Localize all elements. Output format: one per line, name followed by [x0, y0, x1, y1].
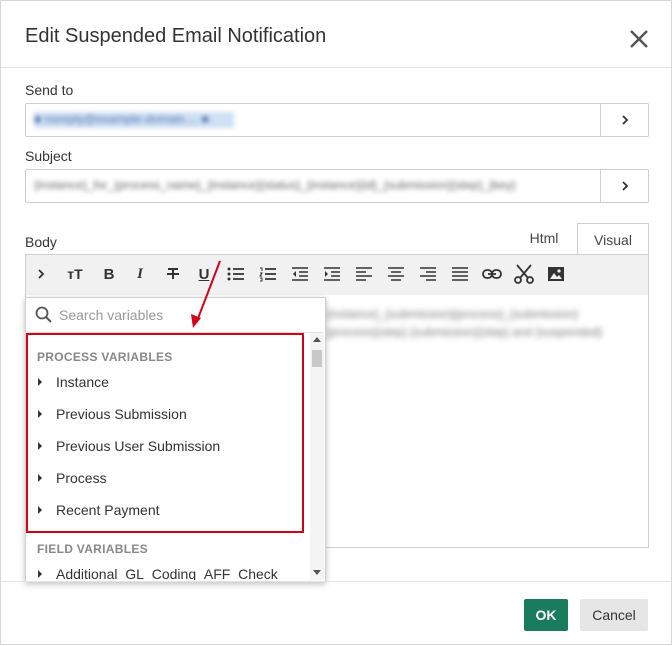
field-variables-heading: FIELD VARIABLES [37, 542, 148, 556]
email-notification-dialog: Edit Suspended Email Notification Send t… [0, 0, 672, 645]
annotation-highlight-box [26, 333, 304, 533]
send-to-label: Send to [25, 82, 74, 98]
numbered-list-icon[interactable] [257, 263, 279, 285]
outdent-icon[interactable] [289, 263, 311, 285]
close-icon[interactable] [627, 27, 651, 51]
chevron-right-icon[interactable] [30, 263, 52, 285]
scroll-down-icon[interactable] [313, 570, 321, 575]
tab-html[interactable]: Html [511, 223, 577, 253]
italic-icon[interactable]: I [129, 263, 151, 285]
body-label: Body [25, 234, 57, 250]
chevron-right-icon [621, 115, 628, 125]
editor-toolbar: тT B I U [25, 254, 649, 296]
scroll-up-icon[interactable] [313, 337, 321, 342]
scroll-thumb[interactable] [312, 350, 322, 367]
variable-search [27, 298, 323, 333]
send-to-expand-button[interactable] [600, 104, 648, 136]
indent-icon[interactable] [321, 263, 343, 285]
bullet-list-icon[interactable] [225, 263, 247, 285]
subject-label: Subject [25, 148, 72, 164]
tab-visual[interactable]: Visual [577, 223, 649, 255]
dialog-footer: OK Cancel [1, 581, 671, 645]
caret-right-icon [38, 570, 42, 578]
align-right-icon[interactable] [417, 263, 439, 285]
chevron-right-icon [621, 181, 628, 191]
link-icon[interactable] [481, 263, 503, 285]
image-icon[interactable] [545, 263, 567, 285]
variables-scrollbar[interactable] [310, 333, 324, 580]
variable-search-input[interactable] [57, 306, 311, 324]
list-item[interactable]: Additional_GL_Coding_AFF_Check [38, 562, 278, 580]
cancel-button[interactable]: Cancel [580, 599, 648, 631]
dialog-title: Edit Suspended Email Notification [25, 25, 327, 47]
cut-icon[interactable] [513, 263, 535, 285]
subject-expand-button[interactable] [600, 170, 648, 202]
underline-icon[interactable]: U [193, 263, 215, 285]
dialog-header: Edit Suspended Email Notification [1, 1, 671, 68]
send-to-value: ■ noreply@example-domain.... ■ [34, 112, 234, 128]
subject-field[interactable]: {instance}_for_{process_name}_{instance}… [25, 169, 649, 203]
align-left-icon[interactable] [353, 263, 375, 285]
strikethrough-icon[interactable] [162, 263, 184, 285]
align-justify-icon[interactable] [449, 263, 471, 285]
text-size-icon[interactable]: тT [64, 263, 86, 285]
subject-value: {instance}_for_{process_name}_{instance}… [34, 178, 516, 192]
body-content: {instance}_{submission}{process}_{submis… [326, 307, 603, 339]
align-center-icon[interactable] [385, 263, 407, 285]
ok-button[interactable]: OK [524, 599, 568, 631]
send-to-field[interactable]: ■ noreply@example-domain.... ■ [25, 103, 649, 137]
search-icon [35, 306, 52, 323]
bold-icon[interactable]: B [98, 263, 120, 285]
